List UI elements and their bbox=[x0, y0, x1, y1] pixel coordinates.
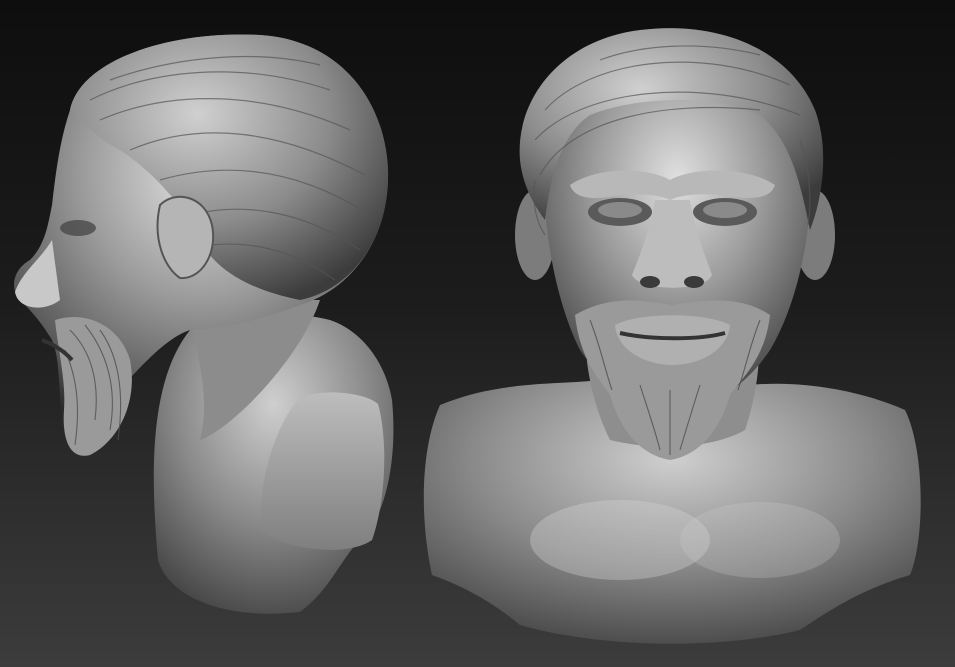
sculpt-canvas bbox=[14, 28, 921, 644]
bust-side-view bbox=[14, 34, 394, 614]
bust-front-view bbox=[423, 28, 921, 644]
viewport bbox=[0, 0, 955, 667]
side-eye bbox=[60, 220, 96, 236]
